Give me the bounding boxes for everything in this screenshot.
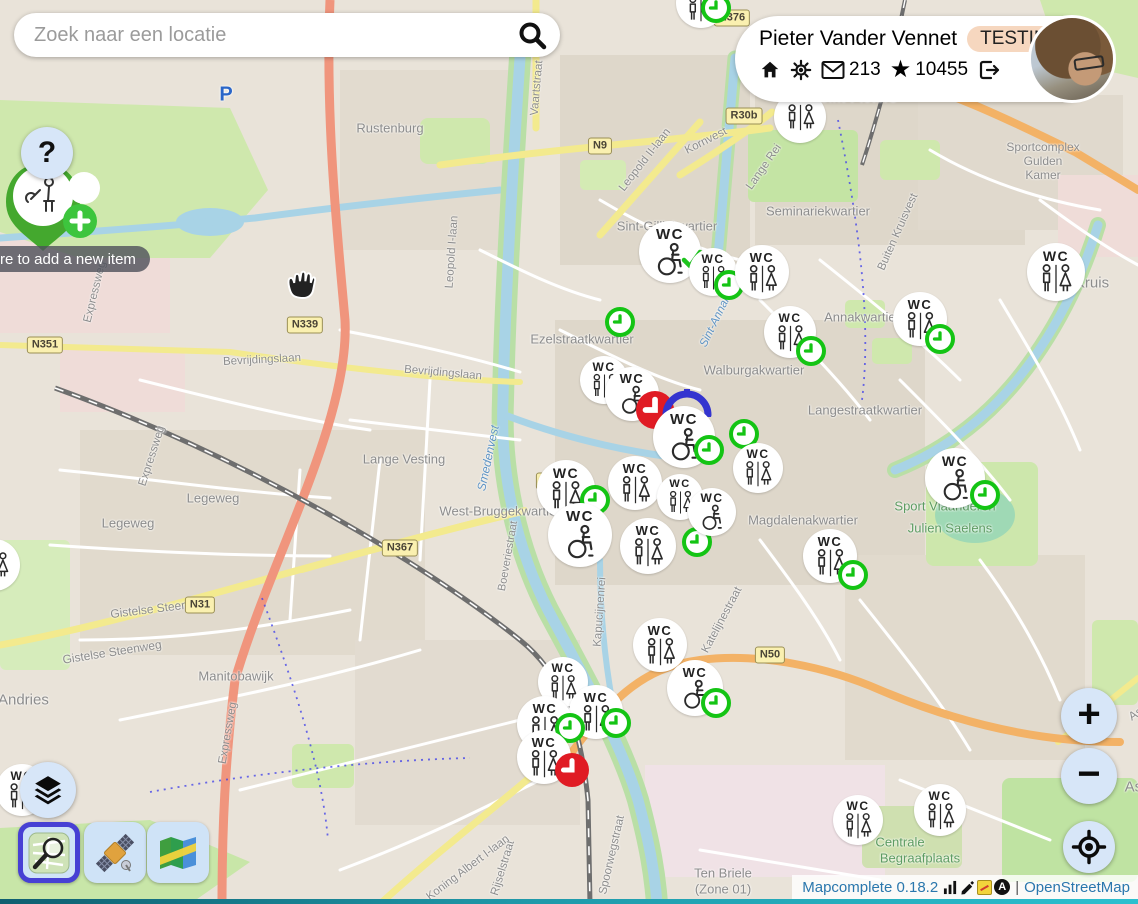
open-clock-badge (701, 688, 731, 718)
wc-label: WC (670, 412, 698, 427)
map-layer-icon (156, 831, 200, 875)
open-clock-badge (701, 0, 731, 23)
male-female-icon (782, 103, 819, 132)
search-input[interactable] (32, 23, 516, 48)
attribution-divider: | (1015, 879, 1019, 896)
toilet-marker[interactable]: WC (548, 503, 612, 567)
attribution-bar: Mapcomplete 0.18.2 A | OpenStreetMap (792, 875, 1138, 899)
messages-count: 213 (849, 59, 881, 81)
zoom-out-button[interactable]: − (1061, 748, 1117, 804)
wc-label: WC (593, 361, 616, 373)
wc-label: WC (553, 466, 579, 480)
male-female-icon (743, 264, 782, 294)
background-map-button[interactable] (147, 822, 209, 883)
search-icon[interactable] (516, 19, 548, 51)
open-clock-badge (605, 307, 635, 337)
home-icon[interactable] (759, 59, 781, 81)
toilet-marker[interactable]: WC (735, 245, 789, 299)
wc-label: WC (648, 624, 673, 637)
add-item-tooltip: re to add a new item (0, 246, 150, 272)
star-icon: ★ (890, 58, 912, 82)
male-female-icon (628, 537, 668, 568)
user-avatar[interactable] (1028, 15, 1116, 103)
help-button[interactable]: ? (21, 127, 73, 179)
search-bar (14, 13, 560, 57)
wc-label: WC (552, 662, 575, 674)
wc-label: WC (750, 251, 775, 264)
wc-label: WC (701, 492, 724, 504)
wc-label: WC (656, 227, 684, 242)
minus-icon: − (1077, 754, 1100, 794)
osm-attribution-link[interactable]: OpenStreetMap (1024, 879, 1130, 896)
logout-icon[interactable] (977, 58, 1001, 82)
open-clock-badge (838, 560, 868, 590)
geolocate-icon (1071, 829, 1107, 865)
closed-clock-badge (555, 753, 589, 787)
wc-label: WC (908, 298, 933, 311)
male-female-icon (840, 812, 876, 840)
male-female-icon (922, 802, 959, 831)
help-label: ? (38, 136, 56, 170)
background-satellite-button[interactable] (84, 822, 146, 883)
background-osm-button[interactable] (18, 822, 80, 883)
toilet-marker[interactable]: WC (620, 518, 676, 574)
bottom-accent-bar (0, 899, 1138, 904)
zoom-in-button[interactable]: + (1061, 688, 1117, 744)
wc-label: WC (942, 454, 968, 468)
user-name[interactable]: Pieter Vander Vennet (759, 27, 957, 51)
wc-label: WC (620, 372, 645, 385)
toilet-marker[interactable]: WC (914, 784, 966, 836)
wc-label: WC (1043, 249, 1069, 263)
wc-label: WC (584, 691, 609, 704)
edit-pencil-icon[interactable] (960, 880, 975, 895)
open-clock-badge (601, 708, 631, 738)
male-female-icon (1035, 263, 1077, 295)
changesets-count: 10455 (915, 59, 968, 81)
male-female-icon (616, 475, 655, 505)
toilet-marker[interactable]: WC (833, 795, 883, 845)
osm-layer-icon (27, 831, 71, 875)
wc-label: WC (818, 535, 843, 548)
wc-label: WC (747, 448, 770, 460)
wc-label: WC (636, 524, 661, 537)
open-clock-badge (970, 480, 1000, 510)
account-icon[interactable]: A (994, 879, 1010, 895)
theme-icon[interactable] (977, 880, 992, 895)
wc-label: WC (847, 800, 870, 812)
map-markers-layer: WC WC WC WC WC WC WC WC WC WC WC WC WC WC WC WC WC WC WC WC… (0, 0, 1138, 904)
map-viewport: Brugge-Sint-PietersRustenburgSportcomple… (0, 0, 1138, 904)
layers-icon (32, 774, 64, 806)
toilet-marker[interactable]: WC (608, 456, 662, 510)
wc-label: WC (566, 509, 594, 524)
geolocate-button[interactable] (1063, 821, 1115, 873)
wc-label: WC (623, 462, 648, 475)
messages-icon[interactable] (821, 60, 845, 80)
wheelchair-icon (698, 504, 726, 532)
settings-gear-icon[interactable] (790, 59, 812, 81)
open-clock-badge (694, 435, 724, 465)
layers-button[interactable] (20, 762, 76, 818)
wc-label: WC (533, 702, 558, 715)
male-female-icon (740, 460, 776, 488)
toilet-marker[interactable]: WC (1027, 243, 1085, 301)
open-clock-badge (796, 336, 826, 366)
toilet-marker[interactable] (0, 539, 20, 591)
wc-label: WC (929, 790, 952, 802)
wheelchair-icon (562, 524, 599, 561)
wc-label: WC (683, 666, 708, 679)
toilet-marker[interactable]: WC (733, 443, 783, 493)
wheelchair-icon (938, 468, 973, 503)
male-female-icon (0, 551, 13, 580)
plus-icon: + (1077, 694, 1100, 734)
wc-label: WC (669, 479, 690, 490)
open-clock-badge (925, 324, 955, 354)
wc-label: WC (532, 736, 557, 749)
wc-label: WC (702, 253, 725, 265)
male-female-icon (641, 637, 680, 667)
attribution-app-link[interactable]: Mapcomplete 0.18.2 (802, 879, 938, 896)
stats-icon[interactable] (943, 880, 958, 895)
wc-label: WC (779, 312, 802, 324)
toilet-marker[interactable]: WC (688, 488, 736, 536)
satellite-layer-icon (93, 831, 137, 875)
